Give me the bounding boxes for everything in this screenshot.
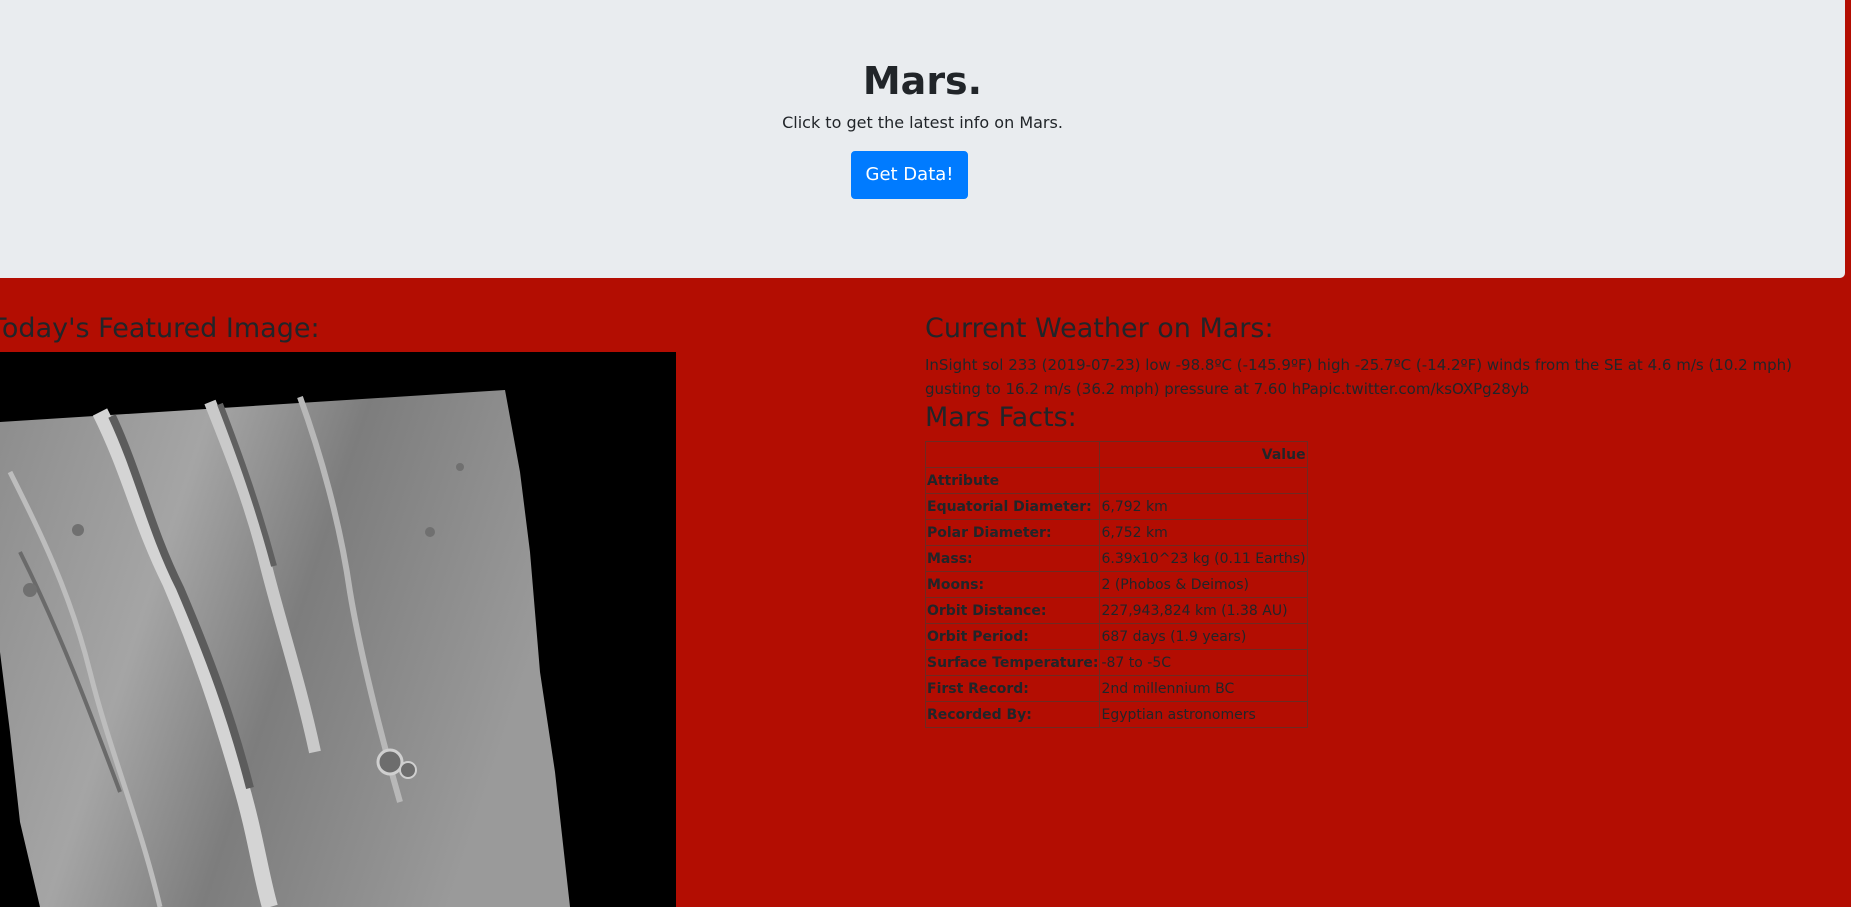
attribute-cell: First Record:	[924, 675, 1101, 702]
table-row: Moons: 2 (Phobos & Deimos)	[924, 571, 1308, 598]
table-index-row: Attribute	[924, 467, 1308, 494]
table-row: Mass: 6.39x10^23 kg (0.11 Earths)	[924, 545, 1308, 572]
table-row: Orbit Period: 687 days (1.9 years)	[924, 623, 1308, 650]
jumbotron: Mars. Click to get the latest info on Ma…	[0, 0, 1845, 278]
value-column-header: Value	[1099, 441, 1308, 468]
featured-image-heading: Today's Featured Image:	[0, 313, 320, 344]
value-cell: Egyptian astronomers	[1099, 701, 1308, 728]
attribute-cell: Moons:	[924, 571, 1101, 598]
attribute-cell: Mass:	[924, 545, 1101, 572]
index-empty-cell	[1099, 467, 1308, 494]
featured-image	[0, 352, 676, 907]
table-row: Recorded By: Egyptian astronomers	[924, 701, 1308, 728]
table-row: Surface Temperature: -87 to -5C	[924, 649, 1308, 676]
facts-heading: Mars Facts:	[925, 402, 1077, 433]
value-cell: 2 (Phobos & Deimos)	[1099, 571, 1308, 598]
weather-heading: Current Weather on Mars:	[925, 313, 1274, 344]
attribute-cell: Polar Diameter:	[924, 519, 1101, 546]
mars-facts-table: Value Attribute Equatorial Diameter: 6,7…	[924, 441, 1308, 728]
value-cell: -87 to -5C	[1099, 649, 1308, 676]
weather-report: InSight sol 233 (2019-07-23) low -98.8ºC…	[925, 356, 1792, 398]
table-row: Orbit Distance: 227,943,824 km (1.38 AU)	[924, 597, 1308, 624]
value-cell: 2nd millennium BC	[1099, 675, 1308, 702]
get-data-button[interactable]: Get Data!	[851, 151, 968, 199]
table-header-row: Value	[924, 441, 1308, 468]
value-cell: 687 days (1.9 years)	[1099, 623, 1308, 650]
value-cell: 6,792 km	[1099, 493, 1308, 520]
value-cell: 6.39x10^23 kg (0.11 Earths)	[1099, 545, 1308, 572]
table-row: Polar Diameter: 6,752 km	[924, 519, 1308, 546]
value-cell: 227,943,824 km (1.38 AU)	[1099, 597, 1308, 624]
attribute-cell: Recorded By:	[924, 701, 1101, 728]
attribute-cell: Orbit Period:	[924, 623, 1101, 650]
value-cell: 6,752 km	[1099, 519, 1308, 546]
table-row: Equatorial Diameter: 6,792 km	[924, 493, 1308, 520]
table-corner-cell	[924, 441, 1101, 468]
mars-terrain-image	[0, 390, 570, 907]
page-subtitle: Click to get the latest info on Mars.	[782, 113, 1063, 132]
attribute-cell: Equatorial Diameter:	[924, 493, 1101, 520]
attribute-cell: Orbit Distance:	[924, 597, 1101, 624]
page-title: Mars.	[862, 59, 983, 103]
table-row: First Record: 2nd millennium BC	[924, 675, 1308, 702]
attribute-cell: Surface Temperature:	[924, 649, 1101, 676]
attribute-index-label: Attribute	[924, 467, 1101, 494]
